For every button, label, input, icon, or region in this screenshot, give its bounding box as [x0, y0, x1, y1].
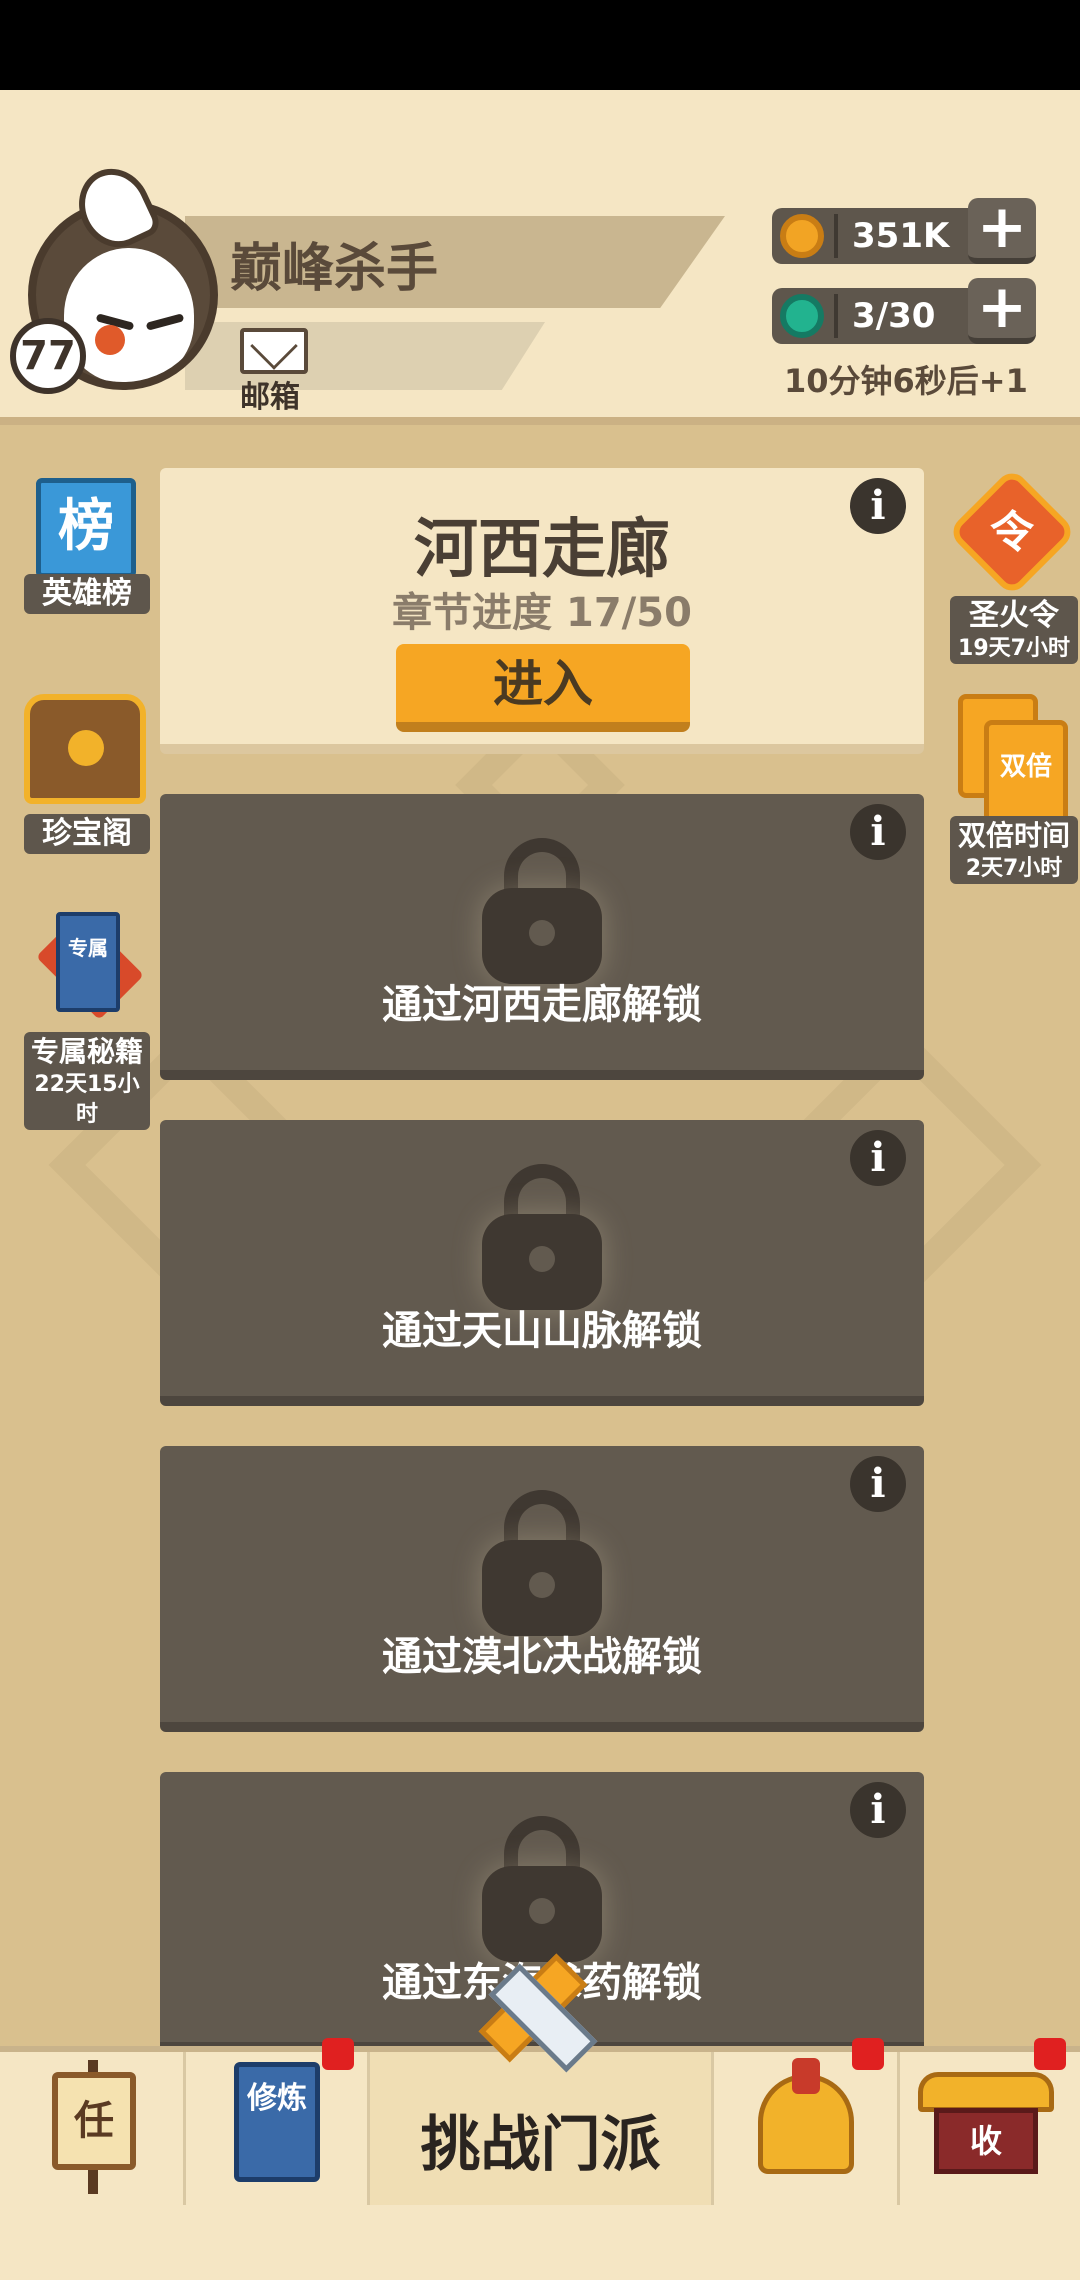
double-time-button[interactable]: 双倍 双倍时间 2天7小时: [948, 690, 1078, 886]
add-coins-button[interactable]: +: [968, 197, 1036, 264]
lock-keyhole: [529, 1246, 555, 1272]
hero-ranking-button[interactable]: 榜 英雄榜: [24, 478, 150, 624]
coin-icon: [780, 214, 824, 258]
info-icon[interactable]: i: [850, 1130, 906, 1186]
coin-value: 351K: [852, 216, 950, 256]
lock-keyhole: [529, 1572, 555, 1598]
unlock-requirement: 通过漠北决战解锁: [382, 1634, 702, 1680]
lock-icon: [482, 1164, 602, 1310]
separator: [834, 214, 838, 258]
enter-button[interactable]: 进入: [396, 644, 690, 732]
tab-equipment[interactable]: [714, 2052, 900, 2206]
info-icon[interactable]: i: [850, 1456, 906, 1512]
lock-icon: [482, 838, 602, 984]
double-card-icon: 双倍: [984, 720, 1068, 824]
bottom-nav: 任 修炼 挑战门派 收: [0, 1953, 1080, 2206]
chapter-card-locked[interactable]: i 通过河西走廊解锁: [160, 794, 924, 1080]
separator: [834, 294, 838, 338]
cultivate-book-icon: 修炼: [234, 2062, 320, 2182]
energy-value: 3/30: [852, 296, 936, 336]
helmet-plume: [792, 2058, 820, 2094]
avatar-mouth: [95, 325, 125, 355]
chapter-title: 河西走廊: [414, 513, 670, 587]
treasure-pavilion-button[interactable]: 珍宝阁: [20, 694, 150, 864]
chapter-card-locked[interactable]: i 通过天山山脉解锁: [160, 1120, 924, 1406]
holy-fire-label: 圣火令: [950, 596, 1078, 636]
status-bar: [0, 0, 1080, 90]
add-energy-button[interactable]: +: [968, 277, 1036, 344]
info-icon[interactable]: i: [850, 804, 906, 860]
energy-icon: [780, 294, 824, 338]
double-time-label: 双倍时间: [950, 816, 1078, 856]
chapter-card-active: i 河西走廊 章节进度 17/50 进入: [160, 468, 924, 754]
lock-icon: [482, 1816, 602, 1962]
chapter-card-locked[interactable]: i 通过漠北决战解锁: [160, 1446, 924, 1732]
secret-book-icon: 专属: [56, 912, 120, 1012]
info-icon[interactable]: i: [850, 1782, 906, 1838]
unlock-requirement: 通过天山山脉解锁: [382, 1308, 702, 1354]
notification-dot: [1034, 2038, 1066, 2070]
hero-ranking-label: 英雄榜: [24, 574, 150, 614]
tab-cultivate[interactable]: 修炼: [186, 2052, 370, 2206]
level-badge: 77: [10, 318, 86, 394]
mail-label[interactable]: 邮箱: [240, 372, 300, 416]
secret-book-button[interactable]: 专属 专属秘籍 22天15小时: [20, 912, 154, 1130]
treasure-chest-icon: [24, 694, 146, 804]
lock-keyhole: [529, 920, 555, 946]
task-scroll-icon: 任: [52, 2072, 136, 2170]
tab-challenge-sect[interactable]: 挑战门派: [370, 1953, 714, 2206]
treasure-pavilion-label: 珍宝阁: [24, 814, 150, 854]
token-icon-text: 令: [990, 507, 1034, 558]
secret-book-timer: 22天15小时: [24, 1070, 150, 1130]
chapter-progress: 章节进度 17/50: [392, 590, 692, 636]
holy-fire-token-button[interactable]: 令 圣火令 19天7小时: [946, 466, 1078, 668]
secret-book-label: 专属秘籍: [24, 1032, 150, 1072]
star-icon: [68, 730, 104, 766]
mail-icon[interactable]: [240, 328, 308, 374]
ranking-icon: 榜: [36, 478, 136, 578]
player-name: 巅峰杀手: [230, 239, 439, 299]
unlock-requirement: 通过河西走廊解锁: [382, 982, 702, 1028]
tab-tasks[interactable]: 任: [0, 2052, 186, 2206]
holy-fire-timer: 19天7小时: [950, 634, 1078, 664]
lock-keyhole: [529, 1898, 555, 1924]
collect-building-icon: 收: [934, 2108, 1038, 2174]
double-time-timer: 2天7小时: [950, 854, 1078, 884]
lock-icon: [482, 1490, 602, 1636]
energy-regen-timer: 10分钟6秒后+1: [784, 362, 1028, 400]
notification-dot: [852, 2038, 884, 2070]
notification-dot: [322, 2038, 354, 2070]
pavilion-roof-icon: [918, 2072, 1054, 2112]
bottom-spacer: [0, 2205, 1080, 2280]
challenge-sect-label: 挑战门派: [420, 2110, 661, 2180]
tab-collect[interactable]: 收: [900, 2052, 1080, 2206]
sub-banner: [185, 322, 545, 390]
